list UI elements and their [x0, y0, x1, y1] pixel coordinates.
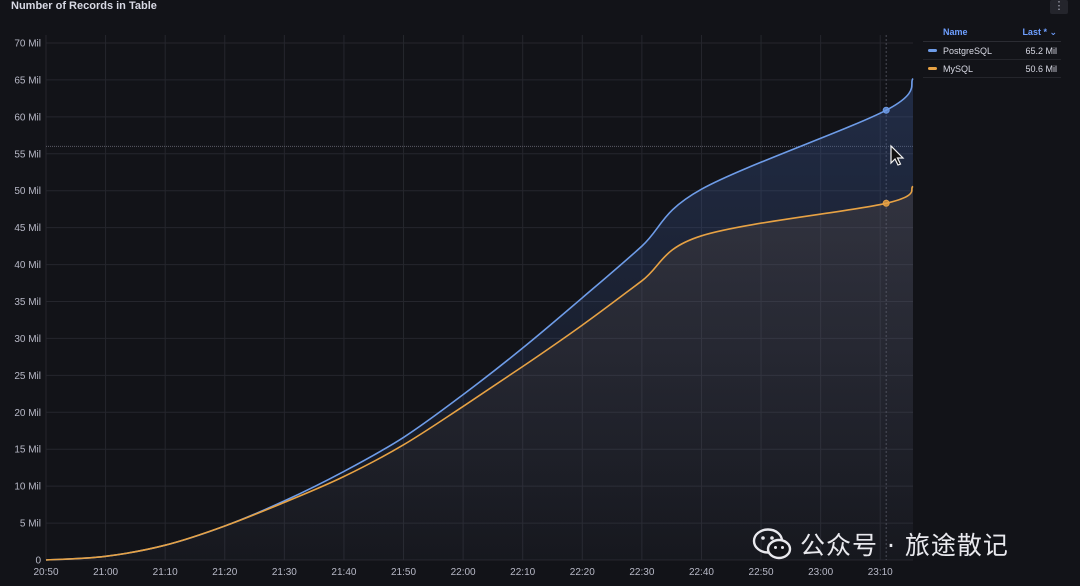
legend-item-postgresql[interactable]: PostgreSQL 65.2 Mil — [923, 42, 1061, 60]
y-tick-label: 50 Mil — [14, 186, 41, 197]
y-tick-label: 30 Mil — [14, 334, 41, 345]
x-tick-label: 22:20 — [570, 567, 595, 578]
legend-col-last[interactable]: Last * ⌄ — [1022, 23, 1057, 41]
y-tick-label: 60 Mil — [14, 112, 41, 123]
hover-point-postgresql — [882, 106, 890, 114]
legend-item-mysql[interactable]: MySQL 50.6 Mil — [923, 60, 1061, 78]
x-tick-label: 20:50 — [33, 567, 58, 578]
line-chart[interactable]: 0 5 Mil 10 Mil 15 Mil 20 Mil 25 Mil 30 Mil 35 M… — [0, 0, 1080, 586]
x-tick-label: 21:40 — [331, 567, 356, 578]
y-tick-label: 35 Mil — [14, 297, 41, 308]
legend-label: MySQL — [943, 63, 974, 74]
y-tick-label: 45 Mil — [14, 223, 41, 234]
y-tick-label: 20 Mil — [14, 408, 41, 419]
legend-col-name[interactable]: Name — [943, 23, 968, 41]
hover-point-mysql — [882, 199, 890, 207]
legend-label: PostgreSQL — [943, 45, 993, 56]
x-tick-label: 21:30 — [272, 567, 297, 578]
y-tick-label: 10 Mil — [14, 482, 41, 493]
series-area-mysql — [46, 186, 913, 561]
chart-panel: Number of Records in Table ⋮ 05 Mil 10 Mi… — [0, 0, 1080, 586]
y-tick-label: 25 Mil — [14, 371, 41, 382]
legend-value: 65.2 Mil — [1025, 45, 1057, 56]
x-tick-label: 23:00 — [808, 567, 833, 578]
y-tick-label: 15 Mil — [14, 445, 41, 456]
watermark-text: 公众号 · 旅途散记 — [800, 531, 1009, 560]
x-tick-label: 22:30 — [629, 567, 654, 578]
y-tick-label: 65 Mil — [14, 75, 41, 86]
x-tick-label: 21:00 — [93, 567, 118, 578]
legend-swatch-postgresql — [928, 49, 937, 52]
x-tick-label: 22:00 — [451, 567, 476, 578]
legend-value: 50.6 Mil — [1025, 63, 1057, 74]
y-tick-label: 5 Mil — [20, 519, 41, 530]
x-tick-label: 21:10 — [153, 567, 178, 578]
y-tick-label: 55 Mil — [14, 149, 41, 160]
x-tick-label: 22:40 — [689, 567, 714, 578]
x-tick-label: 23:10 — [868, 567, 893, 578]
y-tick-label: 70 Mil — [14, 39, 41, 50]
legend-header: Name Last * ⌄ — [923, 23, 1061, 42]
y-tick-label: 40 Mil — [14, 260, 41, 271]
legend: Name Last * ⌄ PostgreSQL 65.2 Mil MySQL … — [923, 23, 1061, 78]
x-tick-label: 21:20 — [212, 567, 237, 578]
y-tick-label: 0 — [35, 556, 41, 567]
legend-swatch-mysql — [928, 67, 937, 70]
wechat-icon — [752, 528, 792, 560]
x-tick-label: 22:10 — [510, 567, 535, 578]
x-tick-label: 21:50 — [391, 567, 416, 578]
x-tick-label: 22:50 — [749, 567, 774, 578]
watermark: 公众号 · 旅途散记 — [752, 526, 1009, 562]
